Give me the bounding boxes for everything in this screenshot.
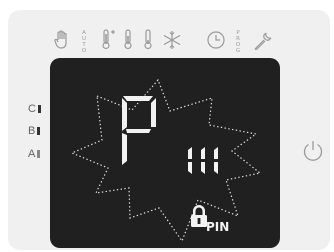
seg-small-n [201, 147, 218, 174]
zone-label-c: C [28, 103, 41, 115]
lcd-graphics [70, 78, 262, 243]
hand-icon[interactable] [54, 30, 70, 50]
zone-label-b: B [28, 125, 41, 137]
thermometer-low-icon[interactable] [143, 28, 153, 50]
pin-badge-text: PIN [206, 220, 230, 234]
prog-icon[interactable]: P R O G [234, 28, 242, 52]
zone-indicator-a [37, 150, 41, 158]
power-icon [303, 141, 323, 161]
seg-big-p [122, 96, 156, 165]
clock-icon[interactable] [206, 30, 226, 50]
svg-text:O: O [82, 48, 87, 52]
zone-indicator-b [37, 127, 41, 135]
lcd-display [50, 58, 280, 248]
zone-indicator-c [37, 105, 41, 113]
lock-icon [191, 205, 207, 227]
auto-icon[interactable]: A U T O [80, 28, 88, 52]
svg-text:G: G [236, 48, 240, 52]
zone-label-a: A [28, 148, 41, 160]
lcd-starburst [70, 78, 262, 243]
snowflake-icon[interactable] [162, 30, 182, 50]
wrench-icon[interactable] [252, 30, 274, 52]
seg-small-i [188, 147, 192, 174]
power-button[interactable] [302, 139, 324, 168]
thermometer-plus-icon[interactable] [101, 28, 117, 50]
thermometer-icon[interactable] [123, 28, 133, 50]
